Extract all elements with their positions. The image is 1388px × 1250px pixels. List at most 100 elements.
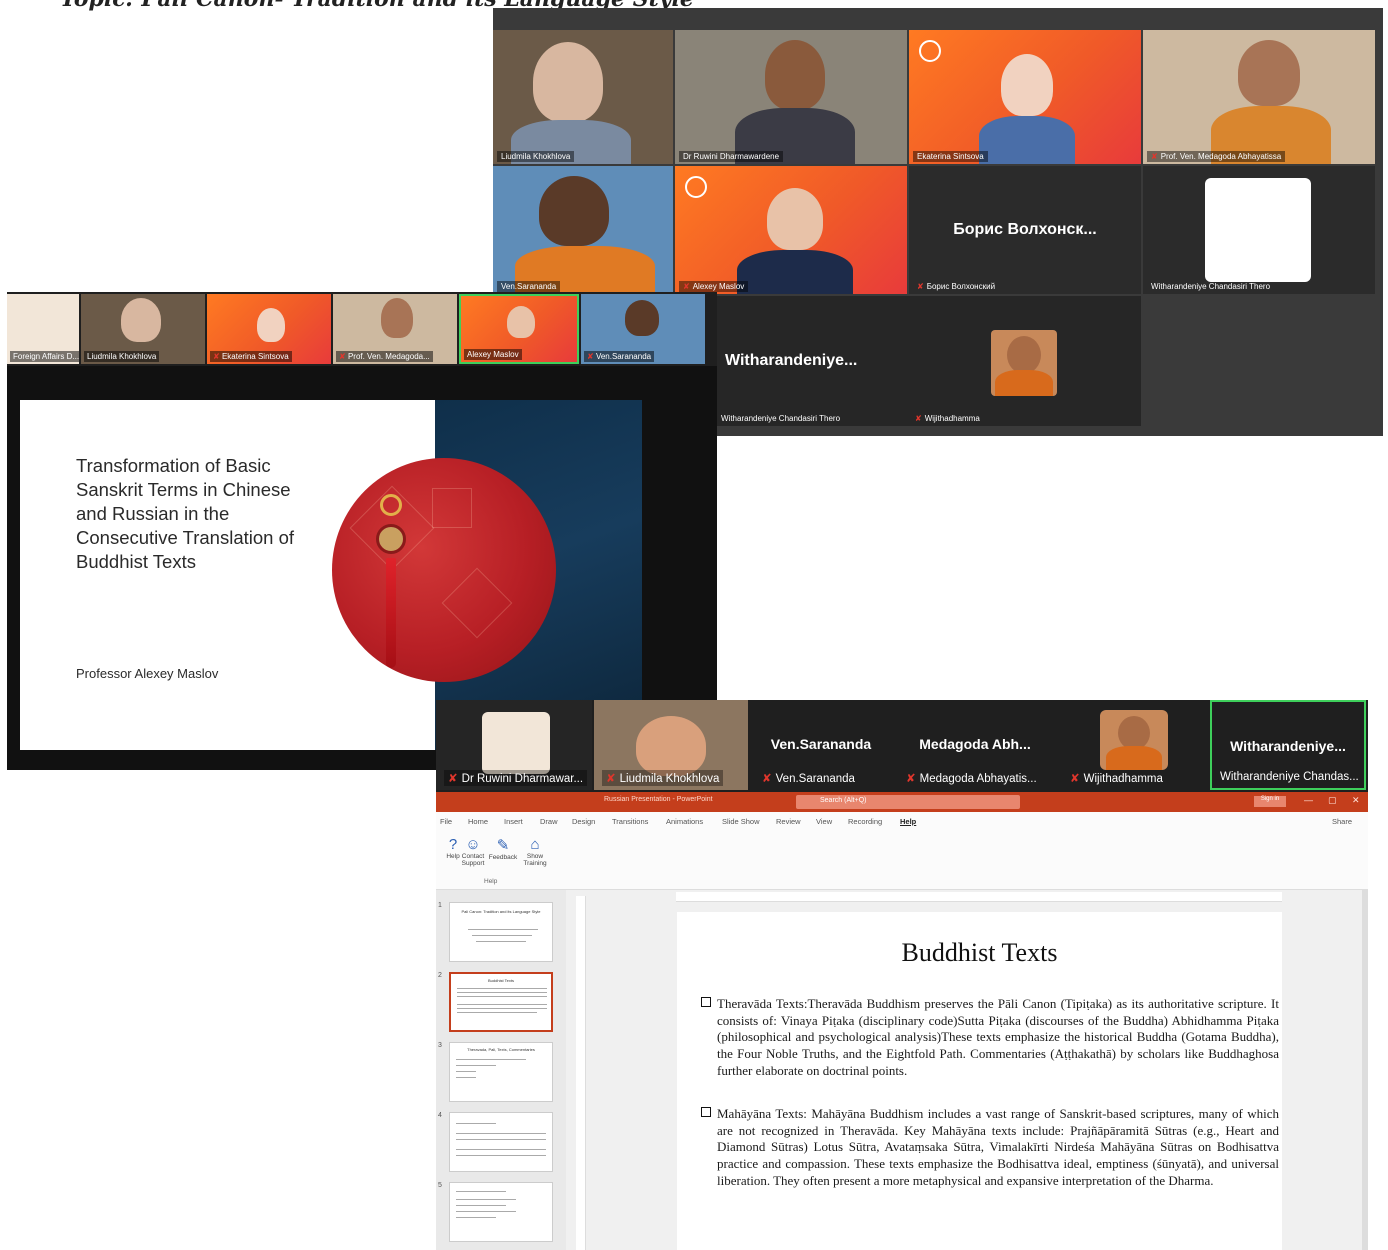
mic-muted-icon: ✘ [915,414,922,423]
participant-display-name: Ven.Sarananda [770,736,872,752]
video-tile[interactable]: Ven.Sarananda ✘ Ven.Sarananda [750,700,892,790]
participant-name: ✘ Prof. Ven. Medagoda Abhayatissa [1147,151,1286,162]
tab-insert[interactable]: Insert [504,817,523,826]
tab-file[interactable]: File [440,817,452,826]
video-tile[interactable]: Ekaterina Sintsova [909,30,1141,164]
slide-thumbnail[interactable]: Pali Canon: Tradition and its Language S… [449,902,553,962]
participant-name: Witharandeniye Chandasiri Thero [721,414,841,423]
participant-name: Liudmila Khokhlova [497,151,575,162]
zoom-share-window: Foreign Affairs D... Liudmila Khokhlova … [7,292,717,770]
participant-name: ✘ Prof. Ven. Medagoda... [336,351,433,362]
scrollbar[interactable] [1362,890,1368,1250]
tab-home[interactable]: Home [468,817,488,826]
video-tile[interactable]: ✘ Prof. Ven. Medagoda... [333,294,457,364]
video-tile-active[interactable]: Witharandeniye... Witharandeniye Chandas… [1210,700,1366,790]
feedback-icon: ✎ [496,837,510,854]
tab-design[interactable]: Design [572,817,595,826]
participant-name: Dr Ruwini Dharmawardene [679,151,784,162]
minimize-icon[interactable]: — [1304,795,1313,805]
tab-recording[interactable]: Recording [848,817,882,826]
participant-name: Ven.Sarananda [497,281,561,292]
participant-name: ✘ Wijithadhamma [915,414,980,423]
video-tile[interactable]: ✘ Prof. Ven. Medagoda Abhayatissa [1143,30,1375,164]
bullet-paragraph: Mahāyāna Texts: Mahāyāna Buddhism includ… [699,1106,1279,1190]
vertical-ruler [576,896,586,1250]
tab-transitions[interactable]: Transitions [612,817,648,826]
slide-thumbnail[interactable] [449,1112,553,1172]
video-tile[interactable]: ✘ Dr Ruwini Dharmawar... [436,700,592,790]
ribbon-tabs: File Home Insert Draw Design Transitions… [436,812,1368,830]
video-tile[interactable]: ✘ Ekaterina Sintsova [207,294,331,364]
video-tile[interactable]: ✘ Wijithadhamma [1058,700,1208,790]
tab-help[interactable]: Help [900,817,916,826]
tab-animations[interactable]: Animations [666,817,703,826]
participant-name: Witharandeniye Chandasiri Thero [1151,282,1271,291]
participant-strip: ✘ Dr Ruwini Dharmawar... ✘ Liudmila Khokhl… [436,700,1368,792]
feedback-button[interactable]: ✎ Feedback [486,836,520,861]
video-tile[interactable]: Liudmila Khokhlova [493,30,673,164]
window-title: Russian Presentation - PowerPoint [604,796,713,803]
video-tile[interactable]: Борис Волхонск... ✘ Борис Волхонский [909,166,1141,294]
checkbox-bullet-icon [701,997,711,1007]
video-tile-active[interactable]: Alexey Maslov [459,294,579,364]
video-tile[interactable]: ✘ Liudmila Khokhlova [594,700,748,790]
horizontal-ruler [676,892,1282,902]
participant-display-name: Medagoda Abh... [919,736,1031,752]
logo-icon [685,176,707,198]
training-icon: ⌂ [530,836,540,853]
participant-display-name: Борис Волхонск... [953,221,1097,238]
participant-strip: Foreign Affairs D... Liudmila Khokhlova … [7,292,717,366]
participant-avatar [1205,178,1311,282]
share-button[interactable]: Share [1332,817,1352,826]
mic-muted-icon: ✘ [448,773,458,785]
ribbon: ? Help ☺ Contact Support ✎ Feedback ⌂ Show T… [436,830,1368,890]
video-tile[interactable]: ✘ Ven.Sarananda [581,294,705,364]
tab-slide-show[interactable]: Slide Show [722,817,760,826]
participant-name: Ekaterina Sintsova [913,151,988,162]
sign-in-button[interactable]: Sign in [1254,796,1286,807]
video-tile[interactable]: Ven.Sarananda [493,166,673,294]
bullet-paragraph: Theravāda Texts:Theravāda Buddhism prese… [699,996,1279,1080]
participant-name: ✘ Medagoda Abhayatis... [906,773,1037,785]
search-input[interactable]: Search (Alt+Q) [796,795,1020,809]
video-tile[interactable]: Dr Ruwini Dharmawardene [675,30,907,164]
participant-avatar [1100,710,1168,770]
participant-name: ✘ Ekaterina Sintsova [210,351,292,362]
close-icon[interactable]: ✕ [1352,795,1360,806]
video-tile[interactable]: Foreign Affairs D... [7,294,79,364]
participant-name: Liudmila Khokhlova [84,351,160,362]
participant-display-name: Witharandeniye... [1230,738,1346,754]
video-tile[interactable]: Witharandeniye... Witharandeniye Chandas… [675,296,1141,426]
maximize-icon[interactable]: ▢ [1328,795,1337,806]
slide-thumbnail[interactable] [449,1182,553,1242]
mic-muted-icon: ✘ [1151,152,1158,161]
video-tile[interactable]: Witharandeniye Chandasiri Thero [1143,166,1375,294]
ribbon-group-label: Help [484,878,498,885]
video-tile[interactable]: Liudmila Khokhlova [81,294,205,364]
slide-thumbnail[interactable]: Theravada, Pali, Texts, Commentaries [449,1042,553,1102]
checkbox-bullet-icon [701,1107,711,1117]
slide-author: Professor Alexey Maslov [76,666,219,681]
participant-name: ✘ Ven.Sarananda [762,773,855,785]
slide-canvas[interactable]: Buddhist Texts Theravāda Texts:Theravāda… [677,912,1282,1250]
participant-name: Alexey Maslov [464,349,522,360]
participant-name: Witharandeniye Chandas... [1220,771,1359,783]
title-bar: Russian Presentation - PowerPoint Search… [436,792,1368,812]
show-training-button[interactable]: ⌂ Show Training [518,836,552,867]
slide-heading: Buddhist Texts [901,938,1058,967]
tab-draw[interactable]: Draw [540,817,558,826]
participant-avatar [991,330,1057,396]
video-tile[interactable]: ✘ Alexey Maslov [675,166,907,294]
slide-title: Transformation of Basic Sanskrit Terms i… [76,455,295,572]
video-tile[interactable]: Medagoda Abh... ✘ Medagoda Abhayatis... [894,700,1056,790]
contact-support-button[interactable]: ☺ Contact Support [456,836,490,867]
participant-name: Foreign Affairs D... [10,351,79,362]
participant-name: ✘ Alexey Maslov [679,281,749,292]
contact-support-icon: ☺ [465,836,481,853]
mic-muted-icon: ✘ [683,282,690,291]
logo-icon [919,40,941,62]
decorative-knot-image [332,458,556,682]
slide-thumbnail-selected[interactable]: Buddhist Texts [449,972,553,1032]
tab-review[interactable]: Review [776,817,801,826]
tab-view[interactable]: View [816,817,832,826]
